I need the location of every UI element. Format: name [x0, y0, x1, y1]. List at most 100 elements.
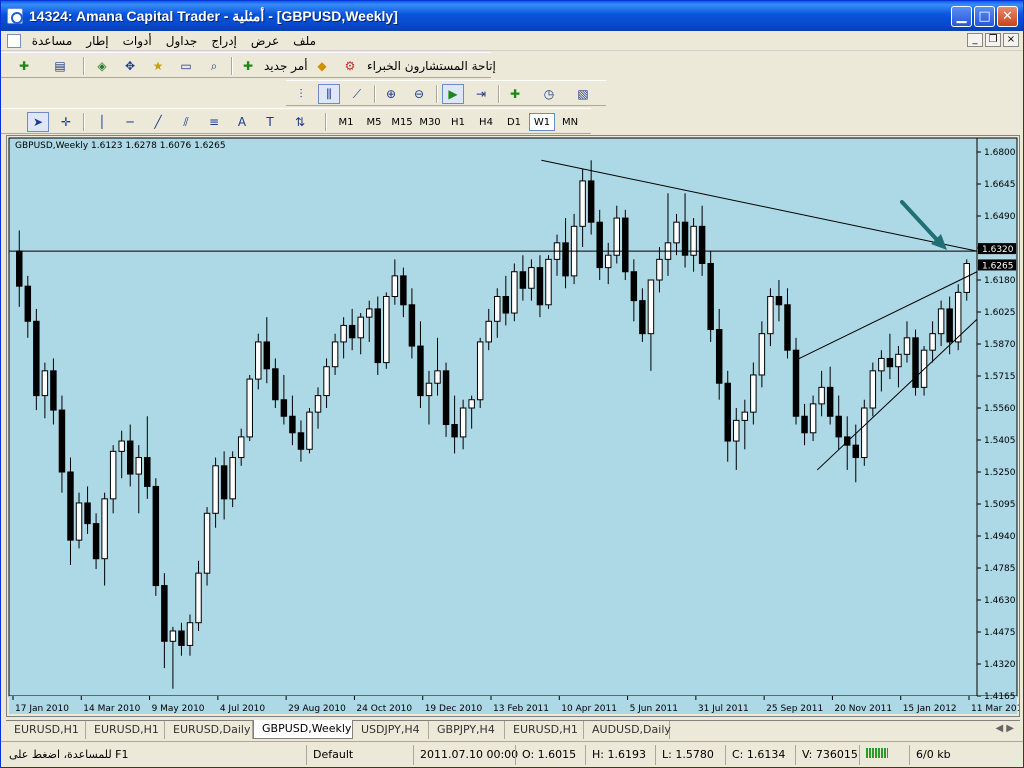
timeframe-m15-button[interactable]: M15 [389, 113, 415, 131]
minimize-button[interactable]: ▁ [951, 6, 972, 27]
bear-candle [681, 221, 689, 256]
bear-candle [630, 271, 638, 302]
timeframe-h4-button[interactable]: H4 [473, 113, 499, 131]
timeframe-d1-button[interactable]: D1 [501, 113, 527, 131]
timeframe-m5-button[interactable]: M5 [361, 113, 387, 131]
menu-file[interactable]: ملف [286, 34, 323, 48]
bear-candle [92, 523, 100, 560]
menu-charts[interactable]: جداول [159, 34, 205, 48]
templates-icon[interactable]: ▧ [572, 84, 594, 104]
periods-icon[interactable]: ◷ [538, 84, 560, 104]
mdi-restore-button[interactable]: ❐ [985, 33, 1001, 47]
mdi-minimize-button[interactable]: _ [967, 33, 983, 47]
price-label: 1.6320 [982, 245, 1014, 255]
minimize-icon: ▁ [956, 9, 967, 24]
app-icon [7, 8, 23, 24]
bull-candle [767, 296, 774, 335]
timeframe-w1-button[interactable]: W1 [529, 113, 555, 131]
zoom-in-icon[interactable]: ⊕ [380, 84, 402, 104]
navigator-icon[interactable]: ✥ [119, 56, 141, 76]
bull-candle [169, 630, 177, 642]
title-bar[interactable]: 14324: Amana Capital Trader - أمثلية - [… [1, 1, 1023, 31]
crosshair-icon[interactable]: ✛ [55, 112, 77, 132]
bear-candle [408, 304, 416, 347]
bear-candle [596, 221, 603, 269]
zoom-out-icon[interactable]: ⊖ [408, 84, 430, 104]
y-tick-label: 1.5250 [984, 468, 1016, 478]
bull-candle [494, 296, 501, 322]
bar-chart-icon[interactable]: ⫶ [290, 84, 312, 104]
timeframe-m1-button[interactable]: M1 [333, 113, 359, 131]
line-chart-icon[interactable]: ⟋ [346, 84, 368, 104]
bull-candle [340, 324, 347, 343]
indicators-icon[interactable]: ✚ [504, 84, 526, 104]
expert-advisors-icon[interactable]: ⚙ [339, 56, 361, 76]
tab-scroll-icon[interactable]: ◀ ▶ [995, 723, 1014, 734]
new-chart-button[interactable]: ✚ [13, 56, 35, 76]
candlestick-icon[interactable]: ⫼ [318, 84, 340, 104]
bull-candle [118, 440, 125, 452]
chart-tab[interactable]: EURUSD,H1 [86, 721, 165, 739]
bear-candle [272, 368, 279, 401]
menu-tools[interactable]: أدوات [116, 34, 159, 48]
menu-view[interactable]: عرض [244, 34, 286, 48]
chart-canvas[interactable]: 1.68001.66451.64901.63351.61801.60251.58… [7, 136, 1019, 716]
chart-tab[interactable]: GBPJPY,H4 [429, 721, 505, 739]
profiles-button[interactable]: ▤ [49, 56, 71, 76]
timeframe-m30-button[interactable]: M30 [417, 113, 443, 131]
new-order-icon[interactable]: ✚ [237, 56, 259, 76]
text-label-icon[interactable]: T [259, 112, 281, 132]
trendline-icon[interactable]: ╱ [147, 112, 169, 132]
timeframe-h1-button[interactable]: H1 [445, 113, 471, 131]
chart-window-icon[interactable] [7, 34, 21, 48]
chart-tab[interactable]: EURUSD,H1 [505, 721, 584, 739]
equidistant-channel-icon[interactable]: ⫽ [175, 112, 197, 132]
bear-candle [442, 370, 450, 426]
strategy-tester-icon[interactable]: ⌕ [203, 56, 225, 76]
terminal-icon[interactable]: ▭ [175, 56, 197, 76]
chart-window[interactable]: 1.68001.66451.64901.63351.61801.60251.58… [6, 135, 1020, 717]
mdi-close-button[interactable]: × [1003, 33, 1019, 47]
menu-help[interactable]: مساعدة [25, 34, 80, 48]
chart-shift-icon[interactable]: ⇥ [470, 84, 492, 104]
chart-tab[interactable]: EURUSD,H1 [6, 721, 86, 739]
x-tick-label: 5 Jun 2011 [630, 704, 678, 714]
drawing-toolbar: ➤ ✛ │ ─ ╱ ⫽ ≡ A T ⇅ M1 M5 M15 M30 H1 H4 D1 W1 MN [1, 108, 591, 134]
x-tick-label: 9 May 2010 [152, 704, 205, 714]
bear-candle [622, 217, 629, 273]
fibonacci-icon[interactable]: ≡ [203, 112, 225, 132]
horizontal-line-icon[interactable]: ─ [119, 112, 141, 132]
favorites-icon[interactable]: ★ [147, 56, 169, 76]
bull-candle [41, 370, 49, 397]
chart-tab[interactable]: USDJPY,H4 [353, 721, 429, 739]
cursor-icon[interactable]: ➤ [27, 112, 49, 132]
y-tick-label: 1.6645 [984, 180, 1016, 190]
expert-advisors-label[interactable]: إتاحة المستشارون الخبراء [367, 59, 496, 73]
status-profile[interactable]: Default [306, 745, 411, 765]
timeframe-mn-button[interactable]: MN [557, 113, 583, 131]
bull-candle [229, 457, 236, 500]
bull-candle [212, 465, 219, 514]
chart-plot-area [8, 137, 978, 697]
bull-candle [203, 512, 211, 574]
close-button[interactable]: ✕ [997, 6, 1018, 27]
vertical-line-icon[interactable]: │ [91, 112, 113, 132]
menu-window[interactable]: إطار [79, 34, 115, 48]
auto-scroll-icon[interactable]: ▶ [442, 84, 464, 104]
chart-tab[interactable]: GBPUSD,Weekly [253, 720, 353, 739]
chart-tab[interactable]: EURUSD,Daily [165, 721, 253, 739]
menu-insert[interactable]: إدراج [204, 34, 244, 48]
bear-candle [707, 262, 714, 331]
chart-tab[interactable]: AUDUSD,Daily [584, 721, 671, 739]
arrows-icon[interactable]: ⇅ [289, 112, 311, 132]
new-order-label[interactable]: أمر جديد [264, 59, 308, 73]
bull-candle [425, 382, 433, 397]
menu-items: ملف عرض إدراج جداول أدوات إطار مساعدة [25, 34, 323, 48]
maximize-button[interactable]: □ [974, 6, 995, 27]
bull-candle [357, 316, 364, 339]
bull-candle [366, 308, 373, 318]
metaeditor-icon[interactable]: ◆ [311, 56, 333, 76]
bear-candle [801, 415, 808, 434]
market-watch-icon[interactable]: ◈ [91, 56, 113, 76]
text-icon[interactable]: A [231, 112, 253, 132]
